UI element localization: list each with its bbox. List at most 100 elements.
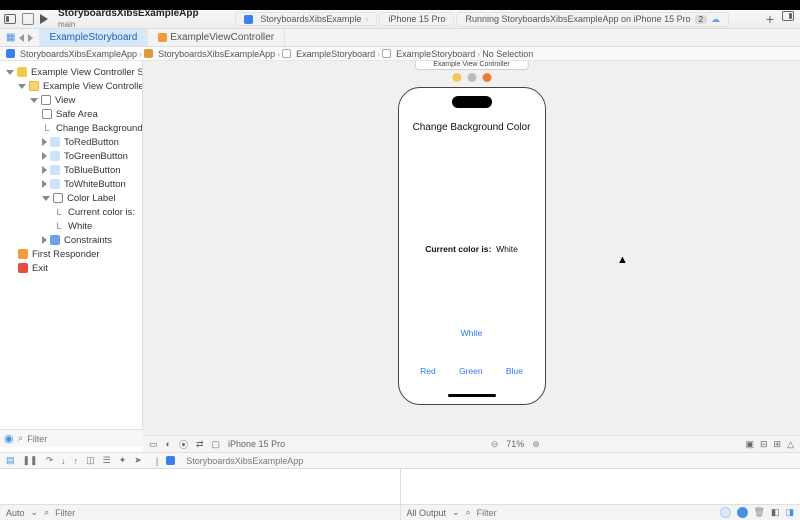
view-debug-icon[interactable]: ◫: [86, 455, 95, 466]
storyboard-file-icon: [282, 49, 291, 58]
back-arrow-icon[interactable]: [19, 34, 24, 42]
exit-pip-icon[interactable]: [482, 73, 491, 82]
device-pill[interactable]: iPhone 15 Pro: [379, 12, 454, 26]
chevron-down-icon: ⌄: [31, 507, 39, 518]
console-view[interactable]: All Output ⌄ ⌕ 🗑 ◧ ◨: [401, 469, 800, 520]
split-right-icon[interactable]: ◨: [785, 507, 794, 518]
output-scope[interactable]: All Output: [407, 508, 447, 518]
outline-exit[interactable]: Exit: [0, 261, 142, 275]
tab-storyboard[interactable]: ExampleStoryboard: [39, 29, 148, 46]
device-name[interactable]: iPhone 15 Pro: [228, 439, 285, 449]
white-button[interactable]: White: [399, 328, 545, 338]
orientation-icon[interactable]: ⇄: [196, 439, 204, 450]
chevron-down-icon: ⌄: [452, 507, 460, 518]
project-name: StoryboardsXibsExampleApp: [58, 8, 199, 19]
inspector-toggle-icon[interactable]: [782, 11, 794, 21]
navigator-icon[interactable]: ▦: [6, 32, 15, 43]
jump-bar[interactable]: StoryboardsXibsExampleApp› StoryboardsXi…: [0, 47, 800, 61]
device-frame-iphone[interactable]: Change Background Color Current color is…: [398, 87, 546, 405]
step-in-icon[interactable]: ↓: [61, 456, 66, 466]
tab-viewcontroller[interactable]: ExampleViewController: [148, 29, 285, 46]
scheme-selector[interactable]: StoryboardsXibsExampleApp main: [58, 8, 199, 30]
sidebar-toggle-icon[interactable]: [4, 14, 16, 24]
xcode-toolbar: StoryboardsXibsExampleApp main Storyboar…: [0, 10, 800, 29]
outline-constraints[interactable]: Constraints: [0, 233, 142, 247]
outline-btn-white[interactable]: ToWhiteButton: [0, 177, 142, 191]
pin-icon[interactable]: ⊞: [774, 439, 782, 450]
outline-btn-blue[interactable]: ToBlueButton: [0, 163, 142, 177]
outline-filter-input[interactable]: [27, 434, 144, 444]
outline-scene[interactable]: Example View Controller Scene: [0, 65, 142, 79]
zoom-in-icon[interactable]: ⊕: [532, 439, 540, 450]
scheme-pill[interactable]: StoryboardsXibsExample›: [235, 12, 377, 26]
folder-icon: [144, 49, 153, 58]
step-over-icon[interactable]: ↷: [46, 455, 54, 466]
debug-target[interactable]: StoryboardsXibsExampleApp: [186, 456, 303, 466]
embed-icon[interactable]: ▣: [745, 439, 754, 450]
filter-menu-icon[interactable]: ◉: [4, 432, 14, 445]
run-button[interactable]: [40, 14, 48, 24]
status-label[interactable]: Current color is: White: [399, 244, 545, 254]
outline-toggle-icon[interactable]: ▭: [149, 439, 158, 450]
blue-button[interactable]: Blue: [506, 366, 523, 376]
debug-toggle-icon[interactable]: ▤: [6, 455, 15, 466]
project-icon: [6, 49, 15, 58]
auto-scope[interactable]: Auto: [6, 508, 25, 518]
outline-first-responder[interactable]: First Responder: [0, 247, 142, 261]
outline-label-title[interactable]: LChange Background Col...: [0, 121, 142, 135]
debug-toolbar: ▤ ❚❚ ↷ ↓ ↑ ◫ ☰ ✦ ➤ | StoryboardsXibsExam…: [0, 452, 800, 468]
cloud-icon: ☁: [711, 14, 720, 25]
clear-console-icon[interactable]: [737, 507, 748, 518]
console-search-icon[interactable]: ⌕: [466, 507, 471, 518]
outline-color-label[interactable]: Color Label: [0, 191, 142, 205]
memory-graph-icon[interactable]: ☰: [103, 455, 111, 466]
outline-filter-bar: ◉ ⌕: [0, 429, 143, 447]
metadata-toggle-icon[interactable]: [720, 507, 731, 518]
outline-safearea[interactable]: Safe Area: [0, 107, 142, 121]
storyboard-icon: [382, 49, 391, 58]
traits-icon[interactable]: ⦿: [179, 438, 188, 451]
env-overrides-icon[interactable]: ✦: [119, 455, 127, 466]
title-label[interactable]: Change Background Color: [399, 122, 545, 133]
canvas-bottom-bar: ▭ ◐ ⦿ ⇄ ▢ iPhone 15 Pro ⊖ 71% ⊕ ▣ ⊟ ⊞ △: [143, 435, 800, 452]
forward-arrow-icon[interactable]: [28, 34, 33, 42]
adjust-icon[interactable]: ◐: [166, 439, 171, 449]
home-indicator: [448, 394, 496, 397]
zoom-level[interactable]: 71%: [506, 439, 524, 449]
outline-btn-red[interactable]: ToRedButton: [0, 135, 142, 149]
vars-filter-input[interactable]: [55, 508, 393, 518]
align-icon[interactable]: ⊟: [760, 439, 768, 450]
step-out-icon[interactable]: ↑: [74, 456, 79, 466]
console-filter-input[interactable]: [477, 508, 594, 518]
trash-icon[interactable]: 🗑: [754, 507, 765, 518]
ib-canvas[interactable]: Example View Controller Change Backgroun…: [143, 61, 800, 435]
activity-status: Running StoryboardsXibsExampleApp on iPh…: [456, 12, 729, 27]
resolve-icon[interactable]: △: [787, 439, 794, 450]
color-button-row: Red Green Blue: [399, 366, 545, 376]
mouse-cursor-icon: ▲: [617, 254, 628, 266]
scene-title-label[interactable]: Example View Controller: [414, 61, 529, 70]
outline-btn-green[interactable]: ToGreenButton: [0, 149, 142, 163]
library-add-icon[interactable]: +: [766, 11, 774, 27]
first-responder-pip-icon[interactable]: [467, 73, 476, 82]
pause-icon[interactable]: ❚❚: [23, 455, 38, 466]
split-left-icon[interactable]: ◧: [771, 507, 780, 518]
green-button[interactable]: Green: [459, 366, 483, 376]
document-outline: Example View Controller Scene Example Vi…: [0, 61, 143, 435]
target-icon: [166, 456, 175, 465]
zoom-out-icon[interactable]: ⊖: [491, 439, 499, 450]
vars-search-icon[interactable]: ⌕: [44, 507, 49, 518]
scene-dock[interactable]: [452, 73, 491, 82]
outline-cl-current[interactable]: LCurrent color is:: [0, 205, 142, 219]
location-icon[interactable]: ➤: [134, 455, 142, 466]
red-button[interactable]: Red: [420, 366, 436, 376]
nav-toggle-group: ▦: [0, 29, 39, 46]
outline-vc[interactable]: Example View Controller: [0, 79, 142, 93]
outline-cl-white[interactable]: LWhite: [0, 219, 142, 233]
variables-view[interactable]: Auto ⌄ ⌕: [0, 469, 401, 520]
stop-button[interactable]: [22, 13, 34, 25]
device-icon[interactable]: ▢: [212, 439, 221, 450]
vc-pip-icon[interactable]: [452, 73, 461, 82]
issue-badge[interactable]: 2: [695, 15, 707, 24]
outline-view[interactable]: View: [0, 93, 142, 107]
